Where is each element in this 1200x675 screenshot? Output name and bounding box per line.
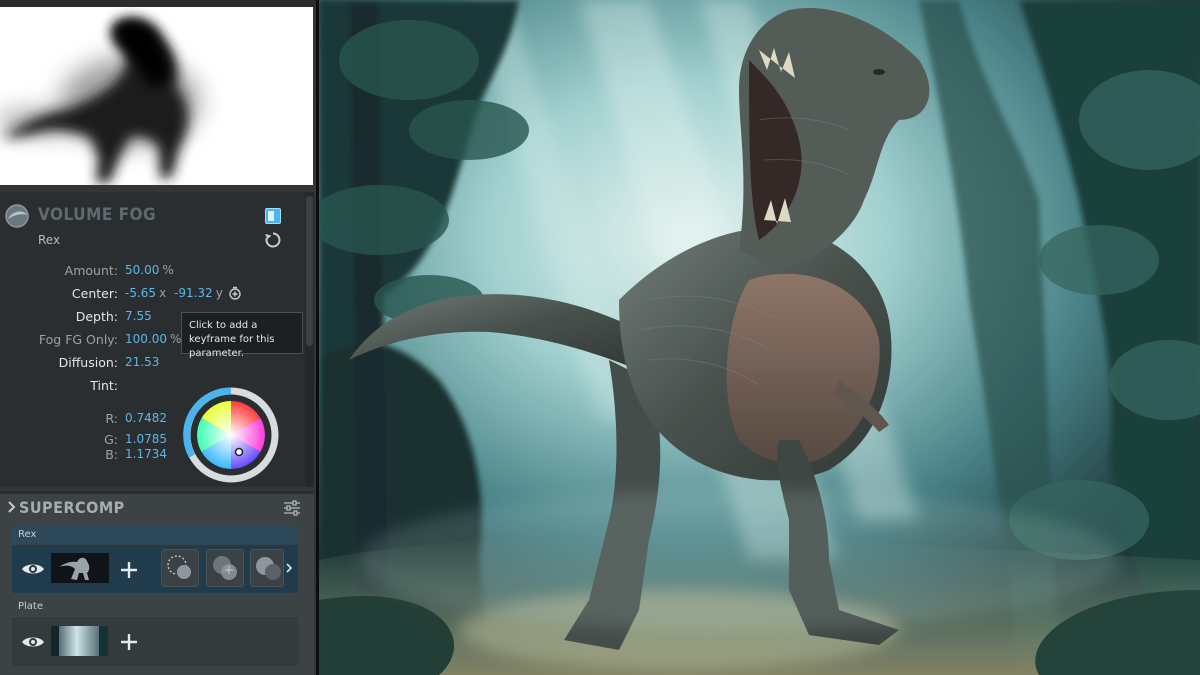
eye-icon[interactable] <box>21 634 45 650</box>
add-icon[interactable] <box>120 633 138 651</box>
settings-sliders-icon[interactable] <box>282 498 302 518</box>
param-diffusion[interactable]: Diffusion: 21.53 <box>0 355 316 373</box>
param-center-value[interactable]: -5.65 x -91.32 y <box>125 286 223 300</box>
param-fog-fg-only-value[interactable]: 100.00% <box>125 332 181 346</box>
param-center-label: Center: <box>71 286 118 301</box>
param-diffusion-label: Diffusion: <box>58 355 118 370</box>
keyframe-icon[interactable] <box>228 286 242 300</box>
shadow-blend-icon <box>256 557 281 580</box>
more-arrow-icon[interactable] <box>285 562 293 574</box>
eye-icon[interactable] <box>21 561 45 577</box>
keyframe-tooltip: Click to add a keyframe for this paramet… <box>181 312 303 359</box>
effect-slot-light-wrap[interactable] <box>161 549 199 587</box>
layer-rex-thumbnail[interactable] <box>51 553 109 583</box>
tint-color-wheel[interactable] <box>182 386 280 484</box>
toggle-icon[interactable] <box>265 208 281 224</box>
param-amount-value[interactable]: 50.00% <box>125 263 174 277</box>
supercomp-title: SUPERCOMP <box>19 498 125 517</box>
volume-fog-title: VOLUME FOG <box>38 205 157 225</box>
composite-viewer[interactable] <box>319 0 1200 675</box>
reset-icon[interactable] <box>263 230 283 250</box>
param-r-label: R: <box>105 411 118 426</box>
param-b-value[interactable]: 1.1734 <box>125 447 167 461</box>
param-depth-value[interactable]: 7.55 <box>125 309 152 323</box>
effect-slot-fog-blend[interactable] <box>206 549 244 587</box>
layer-plate-name: Plate <box>12 598 298 616</box>
volume-fog-layer-name: Rex <box>38 233 61 247</box>
fog-blend-icon <box>213 556 237 580</box>
expand-arrow-icon[interactable] <box>7 500 17 514</box>
light-wrap-icon <box>167 555 191 579</box>
param-diffusion-value[interactable]: 21.53 <box>125 355 159 369</box>
param-tint-label: Tint: <box>90 378 118 393</box>
preview-frame <box>0 0 316 7</box>
param-depth-label: Depth: <box>75 309 118 324</box>
add-icon[interactable] <box>120 561 138 579</box>
param-b-label: B: <box>105 447 118 462</box>
param-amount-label: Amount: <box>64 263 118 278</box>
param-center[interactable]: Center: -5.65 x -91.32 y <box>0 286 316 304</box>
layer-plate-thumbnail[interactable] <box>51 626 108 656</box>
dinosaur-forest-image <box>319 0 1200 675</box>
param-fog-fg-only-label: Fog FG Only: <box>38 332 118 347</box>
fog-matte-preview <box>0 7 313 185</box>
effect-slot-shadow-blend[interactable] <box>250 549 284 587</box>
param-amount[interactable]: Amount: 50.00% <box>0 263 316 281</box>
param-r-value[interactable]: 0.7482 <box>125 411 167 425</box>
params-scrollbar-thumb[interactable] <box>306 196 313 346</box>
wheel-handle[interactable] <box>234 447 244 457</box>
volume-fog-logo-icon <box>5 204 29 228</box>
param-g-value[interactable]: 1.0785 <box>125 432 167 446</box>
param-g-label: G: <box>104 432 118 447</box>
params-scrollbar[interactable] <box>305 192 314 487</box>
layer-rex-name: Rex <box>12 526 298 544</box>
